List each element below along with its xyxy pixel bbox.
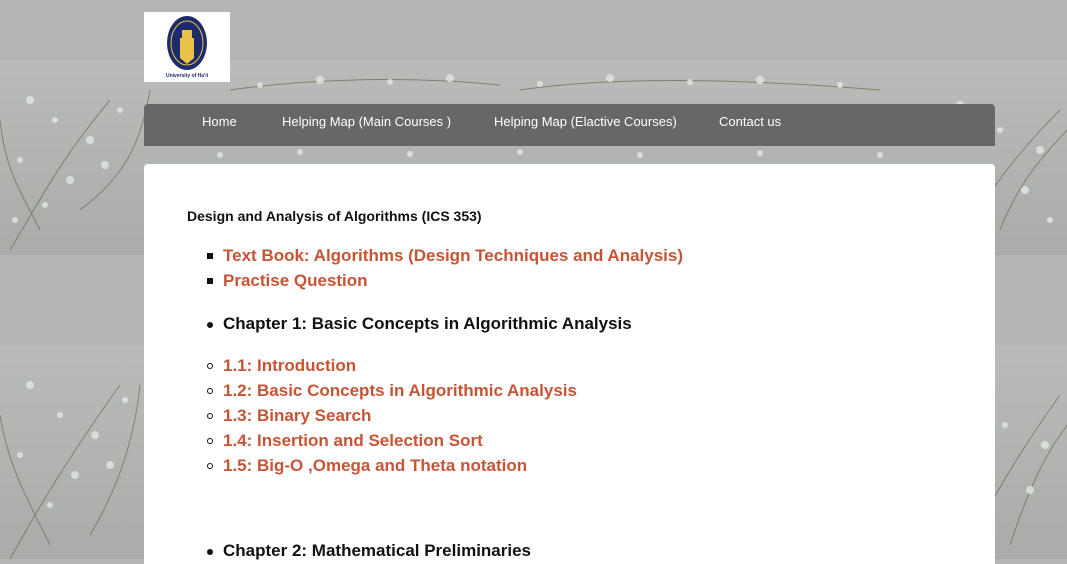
nav-home[interactable]: Home <box>202 104 237 146</box>
section-1-2-link[interactable]: 1.2: Basic Concepts in Algorithmic Analy… <box>223 381 577 400</box>
chapter-2-item: Chapter 2: Mathematical Preliminaries <box>207 541 532 561</box>
circle-bullet-icon <box>207 363 213 369</box>
chapter-2-title: Chapter 2: Mathematical Preliminaries <box>223 541 532 560</box>
circle-bullet-icon <box>207 463 213 469</box>
resource-item-practise: Practise Question <box>207 271 368 291</box>
logo-caption: University of Ha'il <box>165 73 209 79</box>
section-1-3-link[interactable]: 1.3: Binary Search <box>223 406 371 425</box>
practise-question-link[interactable]: Practise Question <box>223 271 368 290</box>
resource-item-textbook: Text Book: Algorithms (Design Techniques… <box>207 246 683 266</box>
content-panel: Design and Analysis of Algorithms (ICS 3… <box>144 164 995 564</box>
section-1-5-link[interactable]: 1.5: Big-O ,Omega and Theta notation <box>223 456 527 475</box>
section-1-4-link[interactable]: 1.4: Insertion and Selection Sort <box>223 431 483 450</box>
circle-bullet-icon <box>207 438 213 444</box>
chapter-1-title: Chapter 1: Basic Concepts in Algorithmic… <box>223 314 632 333</box>
disc-bullet-icon <box>207 322 213 328</box>
nav-contact-us[interactable]: Contact us <box>719 104 781 146</box>
section-item: 1.4: Insertion and Selection Sort <box>207 431 483 451</box>
main-navbar: Home Helping Map (Main Courses ) Helping… <box>144 104 995 146</box>
square-bullet-icon <box>207 253 213 259</box>
square-bullet-icon <box>207 278 213 284</box>
section-item: 1.2: Basic Concepts in Algorithmic Analy… <box>207 381 577 401</box>
section-item: 1.5: Big-O ,Omega and Theta notation <box>207 456 527 476</box>
section-1-1-link[interactable]: 1.1: Introduction <box>223 356 356 375</box>
circle-bullet-icon <box>207 413 213 419</box>
nav-helping-map-main-courses[interactable]: Helping Map (Main Courses ) <box>282 104 451 146</box>
disc-bullet-icon <box>207 549 213 555</box>
chapter-1-item: Chapter 1: Basic Concepts in Algorithmic… <box>207 314 632 334</box>
nav-helping-map-elective-courses[interactable]: Helping Map (Elactive Courses) <box>494 104 677 146</box>
section-item: 1.3: Binary Search <box>207 406 371 426</box>
university-logo[interactable]: University of Ha'il <box>144 12 230 82</box>
section-item: 1.1: Introduction <box>207 356 356 376</box>
course-title: Design and Analysis of Algorithms (ICS 3… <box>187 208 482 224</box>
circle-bullet-icon <box>207 388 213 394</box>
textbook-link[interactable]: Text Book: Algorithms (Design Techniques… <box>223 246 683 265</box>
